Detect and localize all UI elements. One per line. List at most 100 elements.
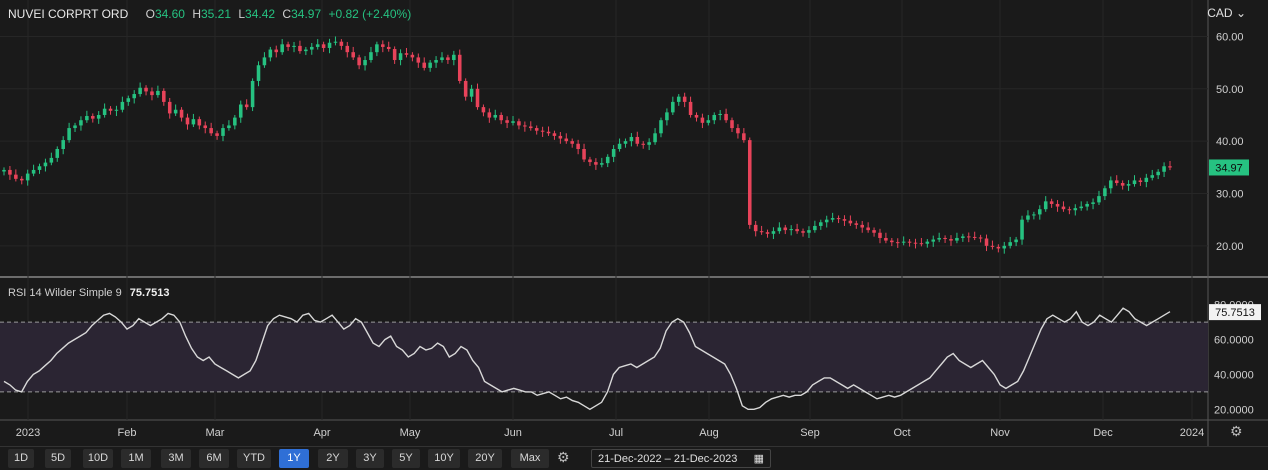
range-button-5y[interactable]: 5Y xyxy=(392,449,420,468)
candle-body xyxy=(1150,175,1155,178)
candle-body xyxy=(274,49,279,53)
close-label: C xyxy=(282,7,292,21)
candle-body xyxy=(144,87,148,92)
candle-body xyxy=(244,104,249,108)
candle-body xyxy=(304,49,308,52)
candle-body xyxy=(357,57,361,66)
candle-body xyxy=(552,133,557,136)
candle-body xyxy=(641,143,646,145)
range-button-1m[interactable]: 1M xyxy=(121,449,151,468)
price-y-tick-label: 60.00 xyxy=(1216,31,1244,43)
candle-body xyxy=(1156,171,1160,176)
candle-body xyxy=(1073,208,1078,211)
candle-body xyxy=(931,239,936,242)
range-button-3m[interactable]: 3M xyxy=(161,449,191,468)
candle-body xyxy=(528,126,533,129)
candle-body xyxy=(209,128,213,134)
candle-body xyxy=(102,108,107,115)
candle-body xyxy=(493,114,498,118)
candle-body xyxy=(333,41,338,43)
candle-body xyxy=(961,236,965,238)
candle-body xyxy=(386,46,391,50)
candle-body xyxy=(14,174,18,179)
candle-body xyxy=(280,44,284,53)
candle-body xyxy=(1061,206,1066,210)
range-button-2y[interactable]: 2Y xyxy=(318,449,348,468)
candle-body xyxy=(1032,214,1036,216)
candle-body xyxy=(1043,201,1048,210)
candle-body xyxy=(890,240,894,243)
candle-body xyxy=(416,57,421,63)
candle-body xyxy=(1091,202,1095,204)
candle-body xyxy=(813,225,817,231)
candle-body xyxy=(629,136,634,142)
candle-body xyxy=(901,241,906,243)
range-button-10y[interactable]: 10Y xyxy=(428,449,460,468)
candle-body xyxy=(824,219,829,223)
candle-body xyxy=(434,60,438,63)
x-tick-label: Jun xyxy=(504,427,522,439)
x-tick-label: Feb xyxy=(118,427,137,439)
candle-body xyxy=(718,113,722,115)
gear-icon[interactable]: ⚙ xyxy=(557,449,570,466)
candle-body xyxy=(197,119,202,126)
range-button-1y[interactable]: 1Y xyxy=(279,449,309,468)
range-button-ytd[interactable]: YTD xyxy=(237,449,271,468)
x-tick-label: Nov xyxy=(990,427,1010,439)
range-button-3y[interactable]: 3Y xyxy=(356,449,384,468)
candle-body xyxy=(1162,166,1166,172)
candle-body xyxy=(310,46,314,50)
candle-body xyxy=(487,112,492,118)
candle-body xyxy=(913,242,918,244)
candle-body xyxy=(256,65,261,81)
x-tick-label: Jul xyxy=(609,427,623,439)
range-button-20y[interactable]: 20Y xyxy=(468,449,502,468)
date-range-field[interactable]: 21-Dec-2022 – 21-Dec-2023 ▦ xyxy=(591,449,771,468)
x-tick-label: 2023 xyxy=(16,427,40,439)
candle-body xyxy=(623,141,628,144)
candle-body xyxy=(203,125,208,129)
candle-body xyxy=(943,237,947,240)
candle-body xyxy=(321,44,326,48)
candle-body xyxy=(452,54,456,61)
range-button-10d[interactable]: 10D xyxy=(83,449,113,468)
candle-body xyxy=(1109,180,1113,189)
price-chart-svg[interactable]: 2023 Feb Mar Apr May Jun Jul Aug Sep Oct Nov Dec 202… xyxy=(0,0,1268,446)
candle-body xyxy=(463,80,468,97)
candle-body xyxy=(517,121,521,126)
range-button-6m[interactable]: 6M xyxy=(199,449,229,468)
candle-body xyxy=(558,135,563,139)
candle-body xyxy=(706,120,711,123)
range-button-5d[interactable]: 5D xyxy=(45,449,71,468)
candle-body xyxy=(759,231,764,233)
calendar-icon[interactable]: ▦ xyxy=(754,450,764,469)
chart-settings-gear-icon[interactable]: ⚙ xyxy=(1230,423,1243,440)
change-value: +0.82 (+2.40%) xyxy=(328,7,412,21)
candle-body xyxy=(1114,180,1119,184)
candle-body xyxy=(1038,209,1042,215)
currency-dropdown[interactable]: CAD ⌄ xyxy=(1207,6,1246,20)
last-price-label: 34.97 xyxy=(1215,162,1243,174)
symbol-name: NUVEI CORPRT ORD xyxy=(8,7,129,21)
candle-body xyxy=(807,230,811,233)
open-label: O xyxy=(145,7,155,21)
candle-body xyxy=(191,119,196,125)
candle-body xyxy=(114,109,119,111)
candle-body xyxy=(179,109,184,118)
candle-body xyxy=(457,54,462,81)
candle-body xyxy=(1103,188,1107,197)
x-tick-label: 2024 xyxy=(1180,427,1204,439)
candle-body xyxy=(895,242,900,244)
rsi-y-tick-label: 40.0000 xyxy=(1214,369,1254,381)
candle-body xyxy=(19,178,24,181)
high-label: H xyxy=(192,7,201,21)
candle-body xyxy=(25,173,30,181)
price-y-tick-label: 20.00 xyxy=(1216,241,1244,253)
x-tick-label: Sep xyxy=(800,427,820,439)
candle-body xyxy=(120,101,125,110)
range-button-max[interactable]: Max xyxy=(511,449,549,468)
candle-body xyxy=(540,130,545,132)
quote-header: NUVEI CORPRT ORD O34.60 H35.21 L34.42 C3… xyxy=(8,7,415,21)
range-button-1d[interactable]: 1D xyxy=(8,449,34,468)
candle-body xyxy=(375,44,379,53)
